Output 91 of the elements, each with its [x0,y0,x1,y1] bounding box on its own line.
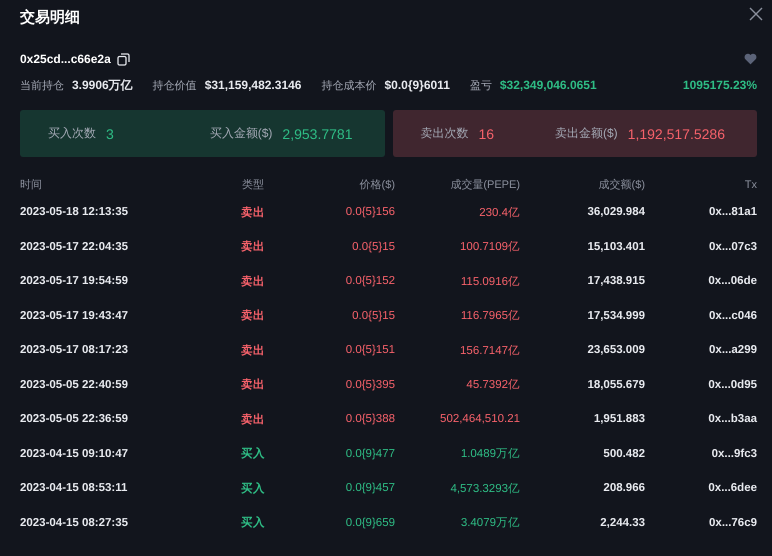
column-header: 成交量(PEPE) [449,178,520,192]
amount-cell-text: 36,029.984 [586,206,645,218]
amount-cell-text: 1,951.883 [592,413,645,426]
type-cell-text: 卖出 [240,205,266,220]
copy-button[interactable] [116,52,130,66]
column-header: 时间 [20,178,43,192]
amount-value: 1,192,517.5286 [628,126,725,142]
dialog-title: 交易明细 [20,8,80,26]
type-cell-text: 卖出 [240,308,266,324]
stat-value: $31,159,482.3146 [204,78,302,92]
type-cell-text: 卖出 [240,239,266,254]
tx-link[interactable]: 0x...06de [645,275,757,288]
tx-link[interactable]: 0x...07c3 [645,240,757,253]
stat-value: $0.0{9}6011 [384,78,450,92]
type-cell-text: 买入 [240,481,266,496]
amount-cell-text: 15,103.401 [586,240,645,253]
time-cell-text: 2023-05-18 12:13:35 [20,206,130,218]
volume-cell-text: 3.4079万亿 [460,516,520,530]
volume-cell-text: 100.7109亿 [459,240,520,254]
stat-value: 3.9906万亿 [72,76,133,94]
time-cell-text: 2023-05-17 08:17:23 [20,344,130,356]
tx-link[interactable]: 0x...6dee [645,482,757,494]
amount-cell-text: 208.966 [602,482,645,494]
amount-cell-text: 2,244.33 [599,516,645,529]
favorite-button[interactable] [744,53,757,65]
time-cell-text: 2023-04-15 08:27:35 [20,516,130,529]
type-cell-text: 卖出 [240,412,266,427]
amount-label: 买入金额($) [210,125,272,142]
amount-cell-text: 500.482 [602,448,645,460]
close-icon [748,6,764,22]
column-header: Tx [744,178,757,190]
copy-icon [116,52,130,66]
price-cell-text: 0.0{9}477 [344,448,395,460]
time-cell-text: 2023-05-05 22:40:59 [20,378,130,391]
amount-cell-text: 18,055.679 [586,378,645,391]
price-cell-text: 0.0{5}156 [344,206,395,218]
column-header: 价格($) [358,178,395,192]
price-cell-text: 0.0{9}659 [344,516,395,529]
time-cell-text: 2023-05-17 19:54:59 [20,275,130,288]
price-cell-text: 0.0{5}388 [344,413,395,426]
volume-cell-text: 4,573.3293亿 [449,482,520,496]
tx-link[interactable]: 0x...81a1 [645,206,757,218]
price-cell-text: 0.0{5}15 [351,310,395,322]
time-cell-text: 2023-05-17 19:43:47 [20,310,130,322]
amount-value: 2,953.7781 [282,126,352,142]
type-cell-text: 卖出 [240,343,266,358]
time-cell-text: 2023-05-05 22:36:59 [20,413,130,426]
type-cell-text: 卖出 [240,377,266,392]
tx-link[interactable]: 0x...a299 [645,344,757,356]
close-button[interactable] [748,6,764,22]
stat-label: 当前持仓 [20,78,64,92]
stat-label: 持仓成本价 [321,78,376,92]
price-cell-text: 0.0{5}151 [344,344,395,356]
volume-cell-text: 230.4亿 [478,206,520,220]
type-cell-text: 买入 [240,515,266,530]
volume-cell-text: 156.7147亿 [459,344,520,358]
tx-link[interactable]: 0x...b3aa [645,413,757,426]
stat-label: 持仓价值 [152,78,197,92]
price-cell-text: 0.0{5}395 [344,378,395,391]
volume-cell-text: 502,464,510.21 [439,413,520,426]
price-cell-text: 0.0{5}152 [344,275,395,288]
column-header: 类型 [241,178,265,192]
amount-label: 卖出金额($) [555,125,618,142]
stat-value: $32,349,046.0651 [500,78,597,92]
type-cell-text: 卖出 [240,274,266,289]
volume-cell-text: 116.7965亿 [460,309,520,324]
amount-cell-text: 17,438.915 [586,275,645,288]
count-value: 16 [478,126,494,142]
tx-link[interactable]: 0x...0d95 [645,378,757,391]
stat-percentage: 1095175.23% [682,78,757,92]
tx-link[interactable]: 0x...c046 [645,310,757,322]
volume-cell-text: 115.0916亿 [460,274,520,289]
price-cell-text: 0.0{9}457 [344,482,395,494]
tx-link[interactable]: 0x...76c9 [645,516,757,529]
column-header: 成交额($) [598,178,645,192]
stat-label: 盈亏 [470,78,492,92]
count-value: 3 [106,126,114,142]
amount-cell-text: 17,534.999 [586,310,645,322]
count-label: 卖出次数 [420,125,468,142]
volume-cell-text: 1.0489万亿 [460,447,520,462]
price-cell-text: 0.0{5}15 [351,240,395,253]
volume-cell-text: 45.7392亿 [465,378,520,392]
time-cell-text: 2023-05-17 22:04:35 [20,240,130,253]
heart-icon [744,53,757,65]
tx-link[interactable]: 0x...9fc3 [645,448,757,460]
amount-cell-text: 23,653.009 [586,344,645,356]
type-cell-text: 买入 [240,446,266,462]
count-label: 买入次数 [48,125,96,142]
time-cell-text: 2023-04-15 09:10:47 [20,448,130,460]
wallet-address: 0x25cd...c66e2a [20,52,111,66]
time-cell-text: 2023-04-15 08:53:11 [20,482,128,494]
